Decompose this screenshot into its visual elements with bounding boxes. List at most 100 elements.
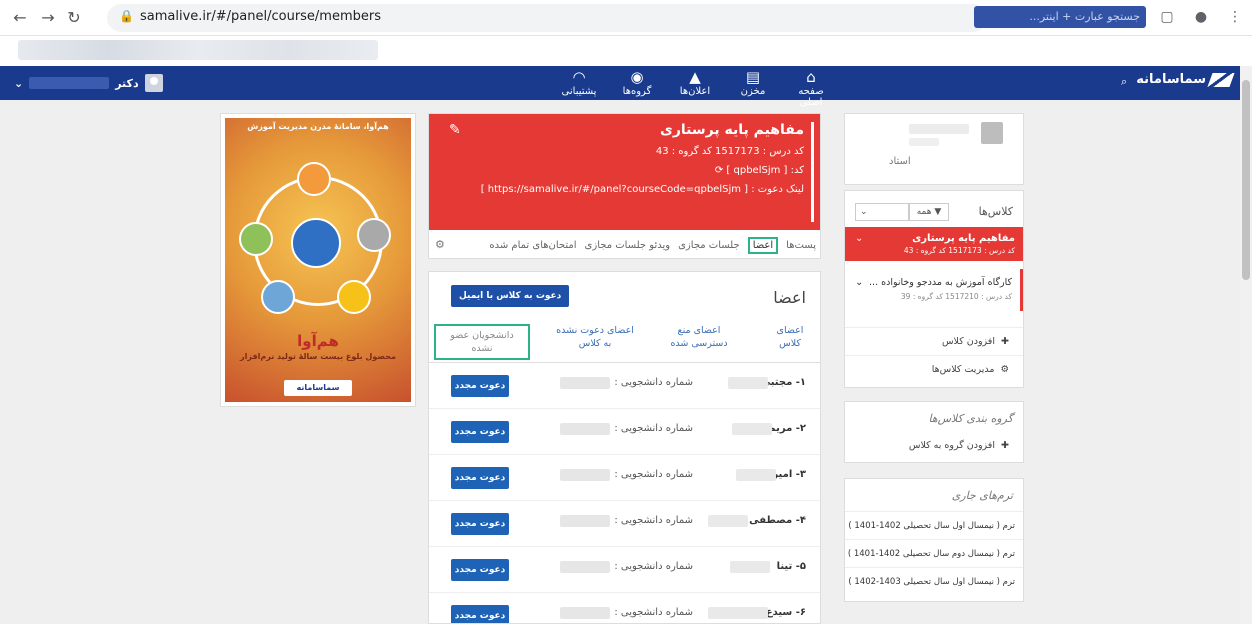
tab-blocked-members[interactable]: اعضای منع دسترسی شده bbox=[666, 324, 732, 350]
tab-session-videos[interactable]: ویدئو جلسات مجازی bbox=[585, 240, 671, 251]
course-header: مفاهیم پایه پرستاری کد درس : 1517173 کد … bbox=[429, 114, 820, 230]
brand-logo[interactable]: سماسامانه bbox=[1136, 72, 1235, 87]
url-text[interactable]: samalive.ir/#/panel/course/members bbox=[140, 9, 381, 24]
nav-repository[interactable]: ▤ مخزن bbox=[729, 68, 777, 108]
book-icon: ▤ bbox=[745, 68, 761, 86]
tab-members[interactable]: اعضا bbox=[747, 236, 779, 254]
course-title: مفاهیم پایه پرستاری bbox=[659, 122, 804, 138]
terms-card: ترم‌های جاری ترم ( نیمسال اول سال تحصیلی… bbox=[844, 478, 1024, 602]
member-name: ۵- تینا bbox=[776, 561, 806, 572]
reinvite-button[interactable]: دعوت مجدد bbox=[451, 421, 509, 443]
nav-notifications[interactable]: ▲ اعلان‌ها bbox=[671, 68, 719, 108]
user-name-blurred bbox=[29, 77, 110, 89]
redacted-student-number bbox=[560, 561, 610, 573]
course-code-line: کد درس : 1517173 کد گروه : 43 bbox=[655, 146, 804, 157]
student-number-label: شماره دانشجویی : bbox=[614, 607, 693, 618]
nav-home[interactable]: ⌂ صفحه اصلی bbox=[787, 68, 835, 108]
user-prefix: دکتر bbox=[115, 76, 139, 90]
rss-icon: ◠ bbox=[572, 68, 586, 86]
tab-uninvited-members[interactable]: اعضای دعوت نشده به کلاس bbox=[552, 324, 638, 350]
class-title: کارگاه آموزش به مددجو وخانواده ... bbox=[869, 277, 1012, 288]
lock-icon: 🔒 bbox=[119, 9, 134, 23]
search-icon[interactable]: ⌕ bbox=[1121, 75, 1127, 89]
table-row: ۱- مجتبی شماره دانشجویی : دعوت مجدد bbox=[429, 363, 820, 409]
class-item[interactable]: کارگاه آموزش به مددجو وخانواده ... کد در… bbox=[845, 269, 1023, 311]
reinvite-button[interactable]: دعوت مجدد bbox=[451, 467, 509, 489]
class-item-active[interactable]: مفاهیم پایه پرستاری کد درس : 1517173 کد … bbox=[845, 227, 1023, 261]
home-icon: ⌂ bbox=[806, 68, 816, 86]
chevron-down-icon: ⌄ bbox=[14, 76, 24, 90]
invite-link[interactable]: لینک دعوت : [ https://samalive.ir/#/pane… bbox=[441, 184, 804, 195]
class-codes: کد درس : 1517173 کد گروه : 43 bbox=[903, 246, 1015, 255]
groups-title: گروه بندی کلاس‌ها bbox=[928, 412, 1013, 425]
add-class-button[interactable]: ✚ افزودن کلاس bbox=[845, 327, 1023, 355]
member-name: ۴- مصطفی د bbox=[740, 515, 806, 526]
add-class-label: افزودن کلاس bbox=[941, 336, 995, 347]
gear-icon[interactable]: ⚙ bbox=[435, 238, 445, 251]
redacted-teacher-detail bbox=[909, 138, 939, 146]
promo-banner: هم‌آوا، سامانهٔ مدرن مدیریت آموزش هم‌آوا… bbox=[220, 113, 416, 407]
redacted-name bbox=[732, 423, 772, 435]
filter-select[interactable]: ⌄ bbox=[855, 203, 909, 221]
reload-icon[interactable]: ↻ bbox=[64, 8, 84, 28]
app-header: سماسامانه ◠ پشتیبانی ◉ گروه‌ها ▲ اعلان‌ها ▤… bbox=[0, 66, 1240, 108]
tab-unjoined-students[interactable]: دانشجویان عضو نشده bbox=[434, 324, 530, 360]
term-item[interactable]: ترم ( نیمسال اول سال تحصیلی 1403-1402 ) bbox=[845, 567, 1023, 595]
members-panel: اعضا دعوت به کلاس با ایمیل اعضای کلاس اع… bbox=[428, 271, 821, 624]
manage-classes-button[interactable]: ⚙ مدیریت کلاس‌ها bbox=[845, 355, 1023, 383]
invite-by-email-button[interactable]: دعوت به کلاس با ایمیل bbox=[451, 285, 570, 307]
tab-posts[interactable]: پست‌ها bbox=[786, 240, 816, 251]
reinvite-button[interactable]: دعوت مجدد bbox=[451, 605, 509, 623]
redacted-name bbox=[708, 515, 748, 527]
nav-repository-label: مخزن bbox=[740, 86, 766, 97]
term-item[interactable]: ترم ( نیمسال اول سال تحصیلی 1402-1401 ) bbox=[845, 511, 1023, 539]
refresh-icon[interactable]: ⟳ bbox=[715, 165, 723, 176]
redacted-student-number bbox=[560, 607, 610, 619]
student-number-label: شماره دانشجویی : bbox=[614, 423, 693, 434]
term-item[interactable]: ترم ( نیمسال دوم سال تحصیلی 1402-1401 ) bbox=[845, 539, 1023, 567]
student-number-label: شماره دانشجویی : bbox=[614, 561, 693, 572]
reinvite-button[interactable]: دعوت مجدد bbox=[451, 375, 509, 397]
avatar bbox=[144, 74, 163, 92]
plus-icon: ✚ bbox=[1001, 440, 1009, 451]
filter-button[interactable]: ▼ همه bbox=[909, 203, 949, 221]
diagram-node bbox=[239, 222, 273, 256]
menu-icon[interactable]: ⋮ bbox=[1226, 8, 1244, 26]
nav-groups[interactable]: ◉ گروه‌ها bbox=[613, 68, 661, 108]
course-card: مفاهیم پایه پرستاری کد درس : 1517173 کد … bbox=[428, 113, 821, 259]
forward-icon[interactable]: → bbox=[38, 8, 58, 28]
user-menu[interactable]: ⌄ دکتر bbox=[14, 74, 163, 92]
chevron-down-icon[interactable]: ⌄ bbox=[855, 277, 863, 288]
sidepanel-icon[interactable]: ▢ bbox=[1158, 8, 1176, 26]
nav-support[interactable]: ◠ پشتیبانی bbox=[555, 68, 603, 108]
back-icon[interactable]: ← bbox=[10, 8, 30, 28]
nav-groups-label: گروه‌ها bbox=[622, 86, 652, 97]
bell-icon: ▲ bbox=[689, 68, 701, 86]
member-name: ۶- سیدع bbox=[765, 607, 806, 618]
scrollbar-thumb[interactable] bbox=[1242, 80, 1250, 280]
course-accent-bar bbox=[811, 122, 814, 222]
promo-title: هم‌آوا bbox=[297, 332, 339, 350]
profile-icon[interactable]: ● bbox=[1192, 8, 1210, 26]
add-group-label: افزودن گروه به کلاس bbox=[908, 440, 995, 451]
search-input[interactable]: جستجو عبارت + اینتر... bbox=[974, 6, 1146, 28]
promo-top-text: هم‌آوا، سامانهٔ مدرن مدیریت آموزش bbox=[247, 122, 389, 131]
edit-icon[interactable]: ✎ bbox=[449, 122, 461, 138]
teacher-card: استاد bbox=[844, 113, 1024, 185]
reinvite-button[interactable]: دعوت مجدد bbox=[451, 513, 509, 535]
brand-text: سماسامانه bbox=[1136, 72, 1206, 87]
tab-virtual-sessions[interactable]: جلسات مجازی bbox=[678, 240, 740, 251]
diagram-node bbox=[357, 218, 391, 252]
chevron-down-icon: ⌄ bbox=[860, 207, 868, 217]
tab-finished-exams[interactable]: امتحان‌های تمام شده bbox=[489, 240, 576, 251]
gear-icon: ⚙ bbox=[1000, 364, 1009, 375]
table-row: ۳- امیر شماره دانشجویی : دعوت مجدد bbox=[429, 455, 820, 501]
add-group-button[interactable]: ✚ افزودن گروه به کلاس bbox=[845, 432, 1023, 460]
reinvite-button[interactable]: دعوت مجدد bbox=[451, 559, 509, 581]
diagram-node bbox=[297, 162, 331, 196]
tab-class-members[interactable]: اعضای کلاس bbox=[770, 324, 810, 350]
avatar bbox=[981, 122, 1003, 144]
redacted-name bbox=[728, 377, 768, 389]
diagram-center bbox=[291, 218, 341, 268]
chevron-down-icon[interactable]: ⌄ bbox=[855, 233, 863, 244]
